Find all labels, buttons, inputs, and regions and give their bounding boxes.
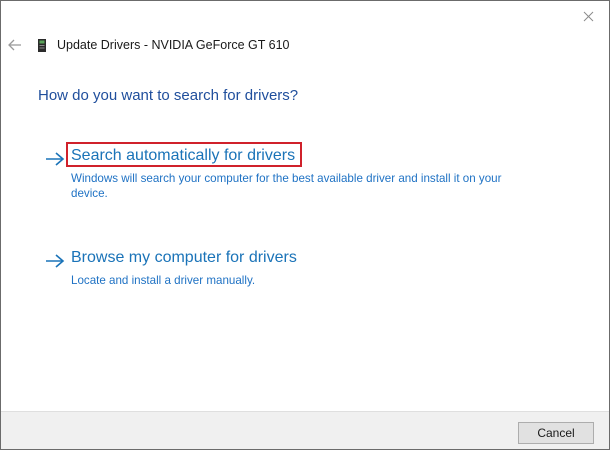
search-automatically-link[interactable]: Search automatically for drivers (71, 147, 295, 165)
search-automatically-description: Windows will search your computer for th… (71, 172, 502, 200)
close-icon (583, 11, 593, 21)
arrow-right-icon (46, 254, 65, 268)
arrow-right-icon (46, 152, 65, 166)
dialog-header: Update Drivers - NVIDIA GeForce GT 610 (1, 31, 561, 59)
search-automatically-option[interactable]: Search automatically for drivers Windows… (41, 147, 541, 200)
back-button[interactable] (6, 37, 24, 53)
cancel-button[interactable]: Cancel (518, 422, 594, 444)
browse-computer-description: Locate and install a driver manually. (71, 274, 256, 287)
page-heading: How do you want to search for drivers? (38, 87, 299, 104)
back-arrow-icon (8, 39, 21, 51)
close-button[interactable] (573, 3, 603, 29)
browse-computer-link[interactable]: Browse my computer for drivers (71, 249, 297, 267)
browse-computer-option[interactable]: Browse my computer for drivers Locate an… (41, 249, 541, 289)
window-title: Update Drivers - NVIDIA GeForce GT 610 (57, 38, 290, 52)
graphics-card-icon (38, 39, 46, 52)
dialog-footer: Cancel (1, 411, 609, 449)
update-drivers-dialog: Update Drivers - NVIDIA GeForce GT 610 H… (0, 0, 610, 450)
